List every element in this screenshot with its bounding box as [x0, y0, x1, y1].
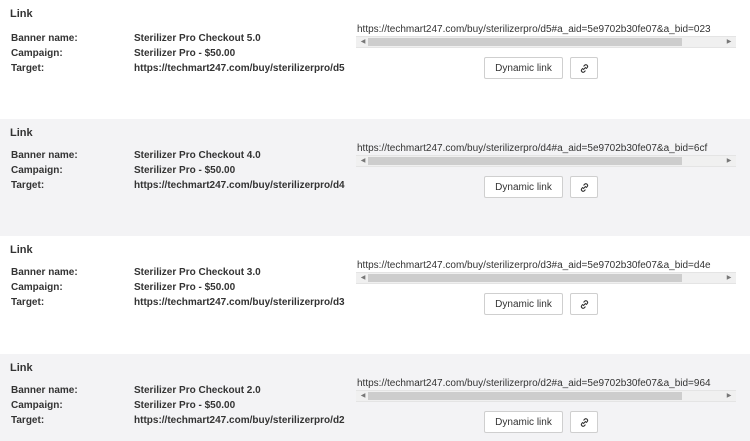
banner-name-label: Banner name: [11, 385, 78, 396]
campaign-value: Sterilizer Pro - $50.00 [134, 165, 236, 176]
link-icon [580, 63, 588, 73]
scroll-thumb[interactable] [368, 392, 682, 400]
arrow-right-icon[interactable]: ▶ [724, 274, 734, 283]
target-value: https://techmart247.com/buy/sterilizerpr… [134, 63, 345, 74]
banner-name-value: Sterilizer Pro Checkout 5.0 [134, 33, 261, 44]
dynamic-link-button[interactable]: Dynamic link [484, 411, 563, 433]
affiliate-url-text[interactable]: https://techmart247.com/buy/sterilizerpr… [357, 378, 750, 389]
affiliate-url-text[interactable]: https://techmart247.com/buy/sterilizerpr… [357, 24, 750, 35]
copy-link-button[interactable] [570, 176, 598, 198]
target-value: https://techmart247.com/buy/sterilizerpr… [134, 415, 345, 426]
link-block: Link Banner name: Sterilizer Pro Checkou… [0, 236, 750, 353]
banner-name-label: Banner name: [11, 267, 78, 278]
url-scrollbar[interactable]: ◀ ▶ [356, 272, 736, 284]
campaign-value: Sterilizer Pro - $50.00 [134, 400, 236, 411]
campaign-value: Sterilizer Pro - $50.00 [134, 282, 236, 293]
scroll-thumb[interactable] [368, 157, 682, 165]
target-label: Target: [11, 180, 45, 191]
campaign-value: Sterilizer Pro - $50.00 [134, 48, 236, 59]
copy-link-button[interactable] [570, 411, 598, 433]
url-scrollbar[interactable]: ◀ ▶ [356, 155, 736, 167]
link-heading: Link [10, 362, 33, 374]
link-heading: Link [10, 8, 33, 20]
arrow-left-icon[interactable]: ◀ [358, 157, 368, 166]
url-scrollbar[interactable]: ◀ ▶ [356, 390, 736, 402]
campaign-label: Campaign: [11, 282, 63, 293]
link-icon [580, 182, 588, 192]
target-label: Target: [11, 415, 45, 426]
banner-name-value: Sterilizer Pro Checkout 2.0 [134, 385, 261, 396]
link-heading: Link [10, 127, 33, 139]
link-icon [580, 417, 588, 427]
campaign-label: Campaign: [11, 165, 63, 176]
link-heading: Link [10, 244, 33, 256]
scroll-thumb[interactable] [368, 274, 682, 282]
target-label: Target: [11, 63, 45, 74]
banner-name-label: Banner name: [11, 33, 78, 44]
dynamic-link-button[interactable]: Dynamic link [484, 293, 563, 315]
arrow-left-icon[interactable]: ◀ [358, 38, 368, 47]
affiliate-url-text[interactable]: https://techmart247.com/buy/sterilizerpr… [357, 260, 750, 271]
copy-link-button[interactable] [570, 293, 598, 315]
arrow-left-icon[interactable]: ◀ [358, 392, 368, 401]
campaign-label: Campaign: [11, 400, 63, 411]
arrow-left-icon[interactable]: ◀ [358, 274, 368, 283]
affiliate-url-text[interactable]: https://techmart247.com/buy/sterilizerpr… [357, 143, 750, 154]
target-value: https://techmart247.com/buy/sterilizerpr… [134, 297, 345, 308]
banner-name-value: Sterilizer Pro Checkout 4.0 [134, 150, 261, 161]
banner-name-value: Sterilizer Pro Checkout 3.0 [134, 267, 261, 278]
copy-link-button[interactable] [570, 57, 598, 79]
banner-name-label: Banner name: [11, 150, 78, 161]
dynamic-link-button[interactable]: Dynamic link [484, 57, 563, 79]
target-value: https://techmart247.com/buy/sterilizerpr… [134, 180, 345, 191]
url-scrollbar[interactable]: ◀ ▶ [356, 36, 736, 48]
target-label: Target: [11, 297, 45, 308]
campaign-label: Campaign: [11, 48, 63, 59]
link-block: Link Banner name: Sterilizer Pro Checkou… [0, 0, 750, 117]
arrow-right-icon[interactable]: ▶ [724, 38, 734, 47]
link-block: Link Banner name: Sterilizer Pro Checkou… [0, 354, 750, 441]
link-block: Link Banner name: Sterilizer Pro Checkou… [0, 119, 750, 236]
arrow-right-icon[interactable]: ▶ [724, 157, 734, 166]
link-icon [580, 299, 588, 309]
scroll-thumb[interactable] [368, 38, 682, 46]
dynamic-link-button[interactable]: Dynamic link [484, 176, 563, 198]
arrow-right-icon[interactable]: ▶ [724, 392, 734, 401]
